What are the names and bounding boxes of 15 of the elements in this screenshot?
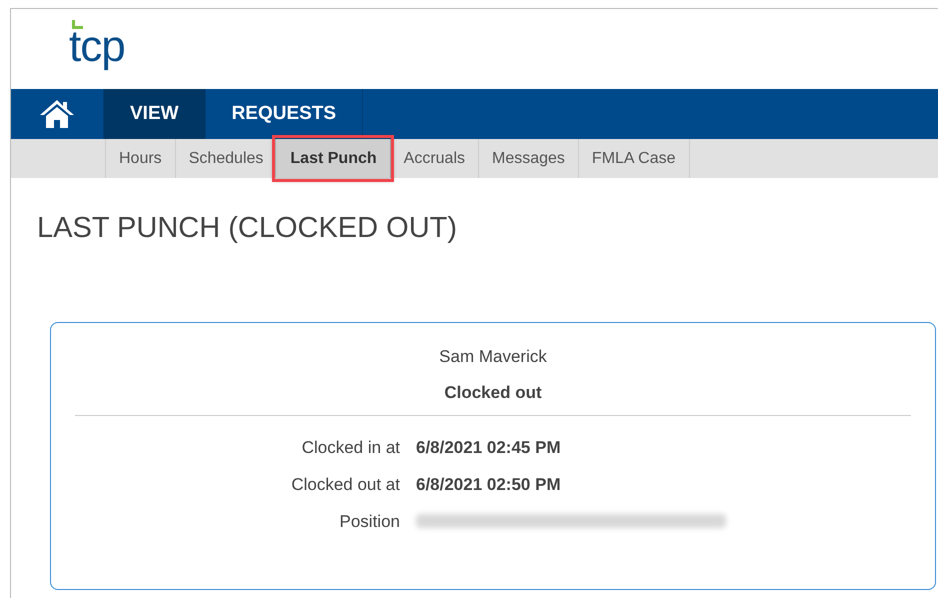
field-label: Clocked in at <box>302 438 400 458</box>
punch-status: Clocked out <box>75 383 911 416</box>
field-label: Position <box>340 512 400 532</box>
nav-tab[interactable]: VIEW <box>104 89 206 139</box>
field-value: 6/8/2021 02:50 PM <box>416 475 561 495</box>
logo: tcp <box>69 19 125 69</box>
field-label: Clocked out at <box>291 475 400 495</box>
home-icon <box>38 98 76 130</box>
sub-tab[interactable]: Hours <box>105 139 175 178</box>
sub-tab[interactable]: FMLA Case <box>578 139 690 178</box>
page-title: LAST PUNCH (CLOCKED OUT) <box>37 212 458 245</box>
field-value: 6/8/2021 02:45 PM <box>416 438 561 458</box>
sub-tab[interactable]: Messages <box>478 139 578 178</box>
employee-name: Sam Maverick <box>438 347 548 367</box>
sub-tab[interactable]: Accruals <box>390 139 478 178</box>
